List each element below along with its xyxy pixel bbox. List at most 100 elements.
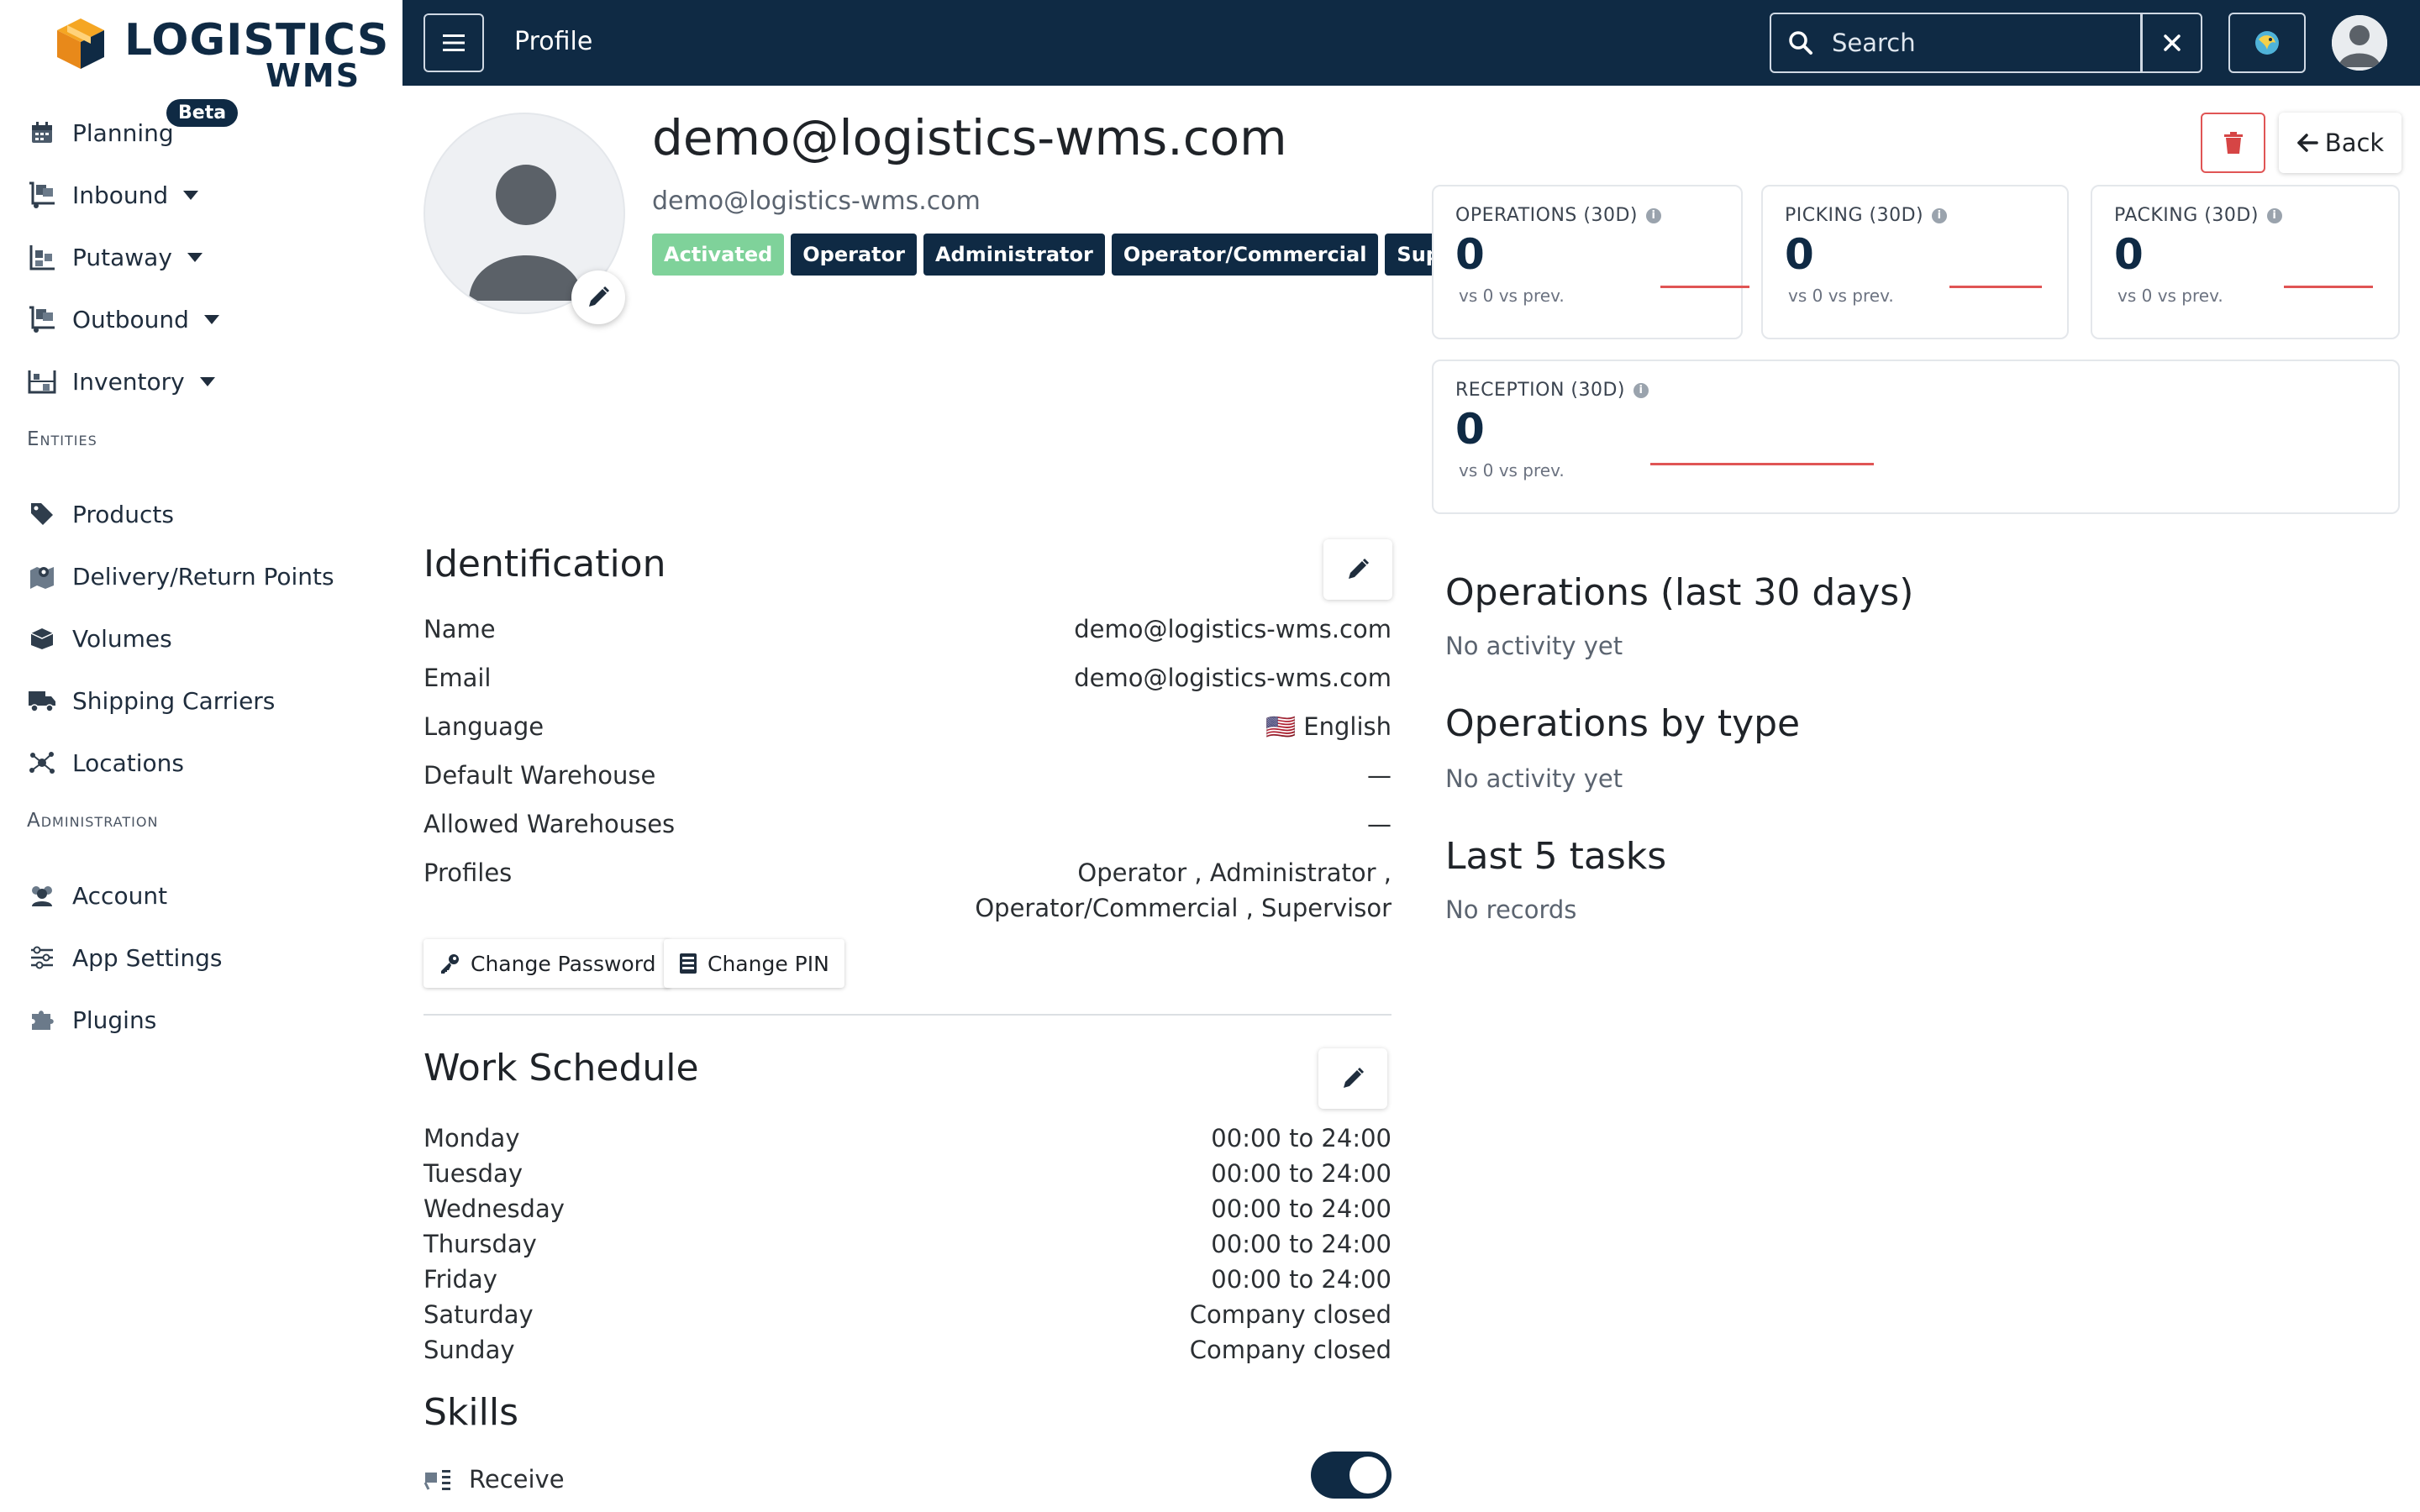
stat-title: PICKING (30D)	[1785, 205, 1924, 226]
role-badge: Administrator	[923, 234, 1105, 276]
info-icon[interactable]: i	[1932, 207, 1948, 223]
schedule-hours: 00:00 to 24:00	[1211, 1230, 1392, 1258]
search-clear-button[interactable]	[2141, 13, 2202, 73]
sidebar-item-shipping-carriers[interactable]: Shipping Carriers	[27, 675, 275, 726]
sidebar-item-label: Inbound	[72, 181, 169, 209]
putaway-icon	[27, 242, 57, 272]
sidebar-item-volumes[interactable]: Volumes	[27, 613, 172, 664]
info-icon[interactable]: i	[1645, 207, 1661, 223]
assistant-button[interactable]	[2228, 13, 2306, 73]
schedule-day: Sunday	[424, 1336, 515, 1364]
search-icon	[1789, 31, 1812, 55]
sidebar-item-label: Outbound	[72, 305, 189, 333]
change-pin-label: Change PIN	[708, 951, 829, 976]
change-pin-button[interactable]: Change PIN	[664, 939, 844, 988]
stat-title: RECEPTION (30D)	[1455, 380, 1626, 401]
info-icon[interactable]: i	[2266, 207, 2282, 223]
edit-identification-button[interactable]	[1323, 539, 1392, 600]
schedule-day: Thursday	[424, 1230, 537, 1258]
sidebar-item-inbound[interactable]: Inbound	[27, 170, 199, 220]
bird-icon	[2255, 31, 2279, 55]
sparkline	[1650, 463, 1874, 465]
caret-down-icon	[199, 376, 215, 386]
stat-title: PACKING (30D)	[2114, 205, 2259, 226]
sidebar-item-planning[interactable]: Planning	[27, 108, 174, 158]
field-value-email: demo@logistics-wms.com	[1074, 664, 1392, 692]
schedule-day: Tuesday	[424, 1159, 523, 1188]
field-value-name: demo@logistics-wms.com	[1074, 615, 1392, 643]
schedule-hours: 00:00 to 24:00	[1211, 1265, 1392, 1294]
section-title-entities: Entities	[27, 428, 97, 450]
caret-down-icon	[187, 252, 203, 262]
last-tasks-empty: No records	[1445, 895, 1577, 924]
skills-title: Skills	[424, 1391, 519, 1434]
sidebar-item-outbound[interactable]: Outbound	[27, 294, 219, 344]
sidebar-item-label: Inventory	[72, 367, 185, 396]
stat-value: 0	[1455, 230, 1485, 279]
sidebar-item-delivery-return-points[interactable]: Delivery/Return Points	[27, 551, 334, 601]
role-badge: Operator	[791, 234, 917, 276]
change-password-label: Change Password	[471, 951, 656, 976]
field-label-language: Language	[424, 712, 544, 741]
schedule-hours: Company closed	[1189, 1300, 1392, 1329]
sidebar-item-app-settings[interactable]: App Settings	[27, 932, 222, 983]
sidebar-item-inventory[interactable]: Inventory	[27, 356, 215, 407]
field-value-default-warehouse: —	[1367, 761, 1392, 790]
schedule-hours: 00:00 to 24:00	[1211, 1194, 1392, 1223]
stat-card-packing: PACKING (30D) i 0 vs 0 vs prev.	[2091, 185, 2400, 339]
back-button[interactable]: Back	[2279, 113, 2402, 173]
sidebar-item-plugins[interactable]: Plugins	[27, 995, 156, 1045]
sidebar-item-label: Account	[72, 881, 168, 910]
close-icon	[2163, 34, 2181, 51]
tag-icon	[27, 499, 57, 529]
brand-sub: WMS	[266, 57, 361, 94]
inventory-icon	[27, 366, 57, 396]
box-icon	[27, 623, 57, 654]
sidebar-item-putaway[interactable]: Putaway	[27, 232, 203, 282]
top-bar: Profile	[402, 0, 2420, 86]
keypad-icon	[680, 953, 697, 974]
operations-empty: No activity yet	[1445, 632, 1623, 660]
search-box[interactable]	[1770, 13, 2142, 73]
beta-badge: Beta	[166, 99, 239, 127]
pencil-icon	[589, 286, 610, 307]
calendar-icon	[27, 118, 57, 148]
delete-button[interactable]	[2201, 113, 2265, 173]
trash-icon	[2223, 132, 2243, 154]
brand-logo[interactable]: LOGISTICS WMS	[55, 13, 388, 94]
avatar-edit-button[interactable]	[571, 270, 625, 324]
back-label: Back	[2324, 129, 2385, 157]
info-icon[interactable]: i	[1634, 382, 1649, 398]
field-label-email: Email	[424, 664, 492, 692]
caret-down-icon	[203, 314, 219, 324]
skill-receive-toggle[interactable]	[1311, 1452, 1392, 1499]
schedule-day: Saturday	[424, 1300, 534, 1329]
search-input[interactable]	[1832, 29, 2109, 57]
us-flag-icon: 🇺🇸	[1265, 712, 1297, 741]
work-schedule-title: Work Schedule	[424, 1047, 699, 1089]
truck-icon	[27, 685, 57, 716]
sidebar-item-label: Products	[72, 500, 174, 528]
schedule-hours: 00:00 to 24:00	[1211, 1124, 1392, 1152]
sparkline	[1660, 286, 1749, 288]
divider	[424, 1014, 1392, 1016]
sidebar-item-label: Volumes	[72, 624, 172, 653]
sidebar-item-account[interactable]: Account	[27, 870, 167, 921]
key-icon	[441, 954, 459, 974]
change-password-button[interactable]: Change Password	[424, 939, 671, 988]
sparkline	[2284, 286, 2373, 288]
role-badge: Operator/Commercial	[1111, 234, 1379, 276]
hamburger-icon	[443, 34, 465, 51]
arrow-left-icon	[2297, 134, 2318, 152]
edit-schedule-button[interactable]	[1318, 1048, 1387, 1109]
stat-card-reception: RECEPTION (30D) i 0 vs 0 vs prev.	[1432, 360, 2400, 514]
sidebar-item-products[interactable]: Products	[27, 489, 174, 539]
operations-chart-title: Operations (last 30 days)	[1445, 571, 1914, 614]
status-badge: Activated	[652, 234, 785, 276]
menu-toggle-button[interactable]	[424, 13, 484, 72]
user-avatar[interactable]	[2332, 15, 2387, 71]
operations-by-type-empty: No activity yet	[1445, 764, 1623, 793]
receive-icon	[424, 1470, 450, 1490]
caret-down-icon	[183, 190, 199, 200]
sidebar-item-locations[interactable]: Locations	[27, 738, 184, 788]
